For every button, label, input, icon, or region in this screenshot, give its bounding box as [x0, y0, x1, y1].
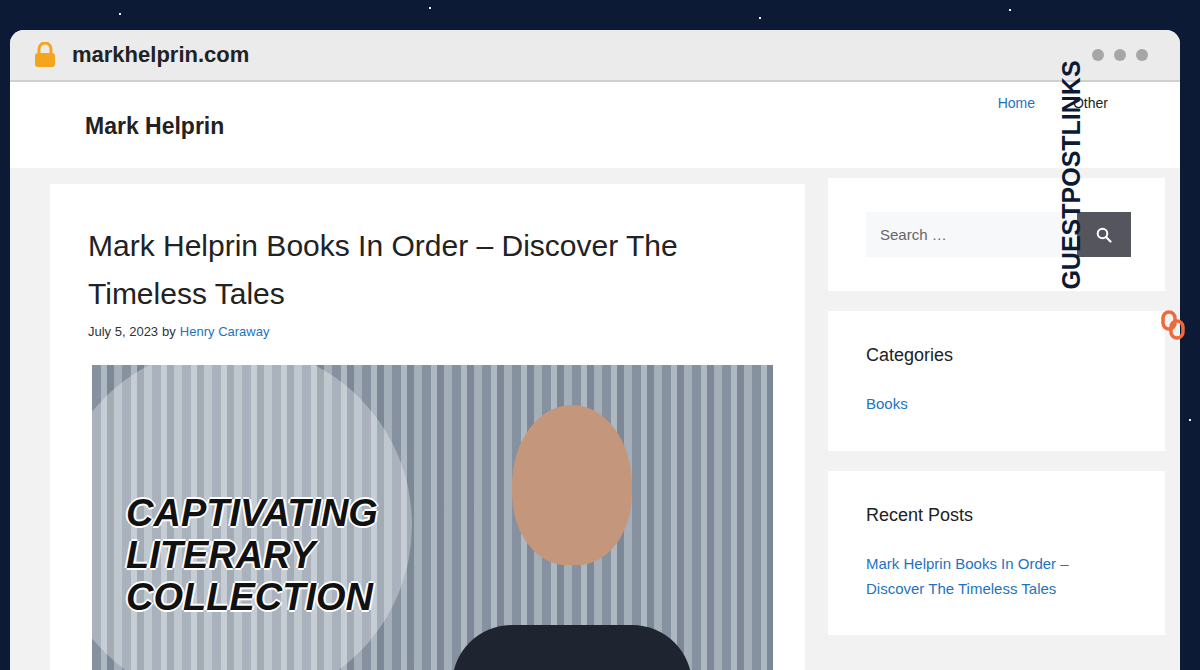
post-title: Mark Helprin Books In Order – Discover T… — [88, 222, 773, 318]
suit-shape — [452, 625, 692, 670]
search-form — [866, 212, 1131, 257]
banner-line: CAPTIVATING — [126, 493, 378, 535]
search-widget — [828, 178, 1165, 291]
page-body: Mark Helprin Books In Order – Discover T… — [10, 168, 1180, 670]
widget-heading: Recent Posts — [866, 505, 1131, 526]
screen: markhelprin.comMark HelprinHomeOtherMark… — [0, 0, 1200, 670]
watermark-badge: GUESTPOSTLINKS — [1150, 55, 1196, 355]
site-header: Mark Helprin HomeOther — [10, 82, 1180, 168]
post-card: Mark Helprin Books In Order – Discover T… — [50, 184, 805, 670]
banner-line: LITERARY — [126, 535, 378, 577]
search-input[interactable] — [866, 212, 1077, 257]
badge-text: GUESTPOSTLINKS — [1053, 55, 1089, 295]
main-nav: HomeOther — [998, 95, 1108, 111]
browser-window: markhelprin.comMark HelprinHomeOtherMark… — [10, 30, 1180, 670]
head-shape — [512, 405, 632, 565]
control-dot-icon[interactable] — [1092, 49, 1104, 61]
categories-widget: Categories Books — [828, 311, 1165, 451]
search-button[interactable] — [1077, 212, 1131, 257]
control-dot-icon[interactable] — [1136, 49, 1148, 61]
author-link[interactable]: Henry Caraway — [180, 324, 270, 339]
recent-posts-widget: Recent Posts Mark Helprin Books In Order … — [828, 471, 1165, 636]
post-meta: July 5, 2023 by Henry Caraway — [88, 324, 773, 339]
address-bar: markhelprin.com — [10, 30, 1180, 82]
category-link[interactable]: Books — [866, 392, 1131, 417]
post-by: by — [162, 324, 176, 339]
control-dot-icon[interactable] — [1114, 49, 1126, 61]
magnifier-icon — [1096, 227, 1112, 243]
sidebar: Categories Books Recent Posts Mark Helprin … — [828, 178, 1165, 670]
url-text[interactable]: markhelprin.com — [72, 42, 249, 68]
window-controls — [1092, 49, 1148, 61]
widget-heading: Categories — [866, 345, 1131, 366]
banner-line: COLLECTION — [126, 577, 378, 619]
author-photo — [452, 395, 692, 670]
site-title[interactable]: Mark Helprin — [85, 113, 224, 140]
banner-text: CAPTIVATINGLITERARYCOLLECTION — [126, 493, 378, 618]
link-icon — [1160, 310, 1186, 340]
featured-image: CAPTIVATINGLITERARYCOLLECTION — [92, 365, 773, 670]
lock-icon — [34, 42, 56, 68]
post-date: July 5, 2023 — [88, 324, 158, 339]
nav-item[interactable]: Home — [998, 95, 1035, 111]
recent-post-link[interactable]: Mark Helprin Books In Order – Discover T… — [866, 552, 1131, 602]
